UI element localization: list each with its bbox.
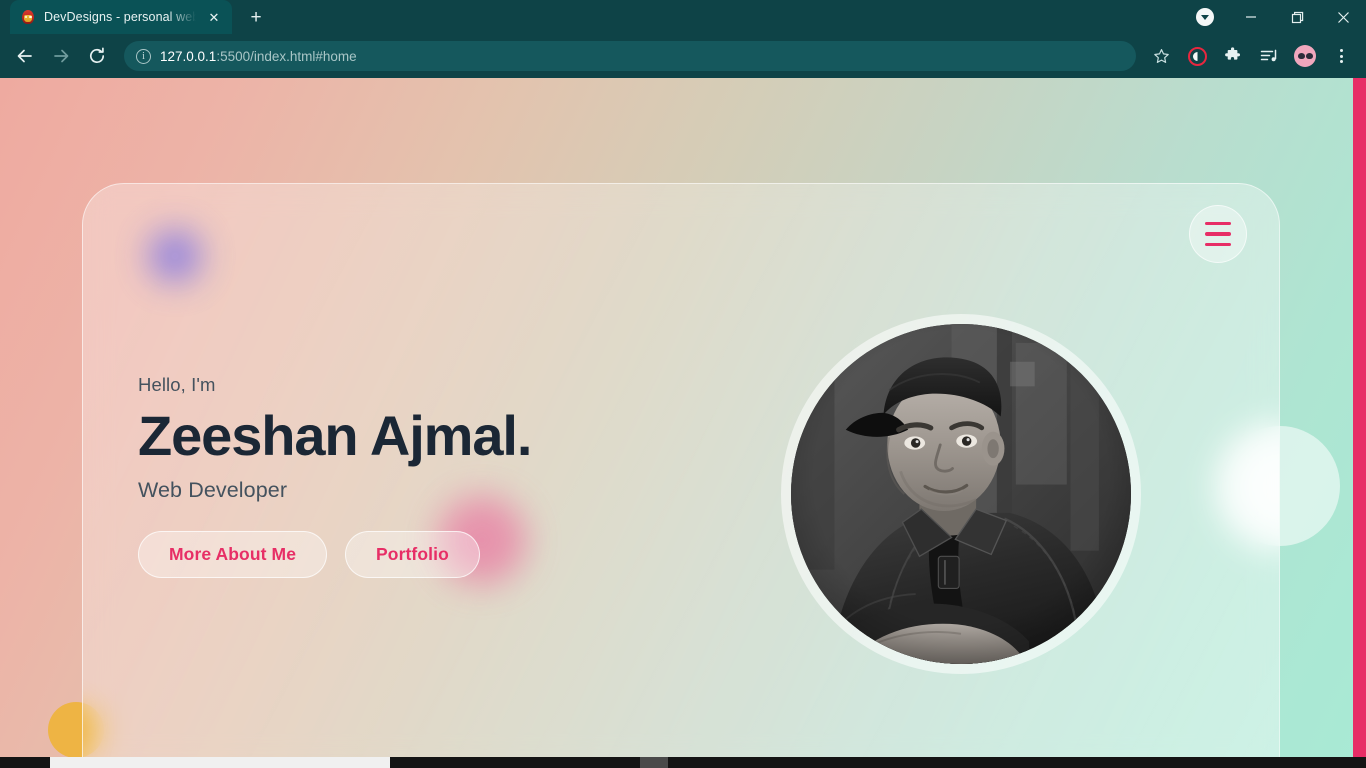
page-viewport: Hello, I'm Zeeshan Ajmal. Web Developer … [0, 78, 1366, 768]
horizontal-scrollbar[interactable] [0, 757, 1366, 768]
hamburger-bar-3 [1205, 242, 1231, 247]
hero-glass-card: Hello, I'm Zeeshan Ajmal. Web Developer … [82, 183, 1280, 768]
hero-cta-row: More About Me Portfolio [138, 530, 758, 579]
hamburger-bar-1 [1205, 221, 1231, 226]
profile-photo-ring [781, 314, 1141, 674]
vertical-scrollbar-thumb[interactable] [1353, 78, 1366, 768]
hamburger-bar-2 [1205, 232, 1231, 236]
profile-avatar-icon[interactable] [1288, 39, 1322, 73]
media-playlist-icon[interactable] [1252, 39, 1286, 73]
horizontal-scrollbar-thumb[interactable] [50, 757, 390, 768]
vertical-scrollbar[interactable] [1353, 78, 1366, 768]
url-path: :5500/index.html#home [216, 48, 357, 64]
url-host: 127.0.0.1 [160, 48, 217, 64]
profile-photo [791, 324, 1131, 664]
tab-close-icon[interactable]: ✕ [204, 7, 224, 27]
extension-red-circle-icon[interactable] [1180, 39, 1214, 73]
maximize-button[interactable] [1274, 0, 1320, 34]
close-window-button[interactable] [1320, 0, 1366, 34]
hero-greeting: Hello, I'm [138, 374, 216, 395]
address-bar[interactable]: i 127.0.0.1:5500/index.html#home [124, 41, 1136, 71]
decor-purple-blob [149, 230, 201, 282]
browser-tab[interactable]: DevDesigns - personal web deve ✕ [10, 0, 232, 34]
browser-toolbar: i 127.0.0.1:5500/index.html#home [0, 34, 1366, 78]
window-controls [1182, 0, 1366, 34]
download-indicator-icon[interactable] [1182, 0, 1228, 34]
hero-text-block: Hello, I'm Zeeshan Ajmal. Web Developer … [138, 374, 758, 579]
hamburger-menu-button[interactable] [1189, 205, 1247, 263]
portfolio-button[interactable]: Portfolio [345, 530, 480, 579]
horizontal-scrollbar-thumb-secondary[interactable] [640, 757, 668, 768]
tab-title: DevDesigns - personal web deve [44, 10, 196, 24]
browser-window: DevDesigns - personal web deve ✕ + [0, 0, 1366, 768]
back-button-icon[interactable] [8, 39, 42, 73]
extensions-puzzle-icon[interactable] [1216, 39, 1250, 73]
hero-role: Web Developer [138, 477, 288, 502]
ironman-favicon [20, 9, 36, 25]
more-about-me-button[interactable]: More About Me [138, 530, 328, 579]
minimize-button[interactable] [1228, 0, 1274, 34]
chrome-menu-kebab-icon[interactable] [1324, 39, 1358, 73]
decor-yellow-blob-inner [83, 703, 87, 759]
site-info-icon[interactable]: i [136, 48, 151, 64]
forward-button-icon[interactable] [44, 39, 78, 73]
decor-white-blob-inner [1221, 427, 1279, 547]
reload-button-icon[interactable] [80, 39, 114, 73]
toolbar-right-icons [1144, 39, 1358, 73]
new-tab-button[interactable]: + [242, 3, 270, 31]
address-bar-url: 127.0.0.1:5500/index.html#home [160, 49, 357, 64]
bookmark-star-icon[interactable] [1144, 39, 1178, 73]
tab-strip: DevDesigns - personal web deve ✕ + [0, 0, 1366, 34]
hero-name: Zeeshan Ajmal. [138, 404, 532, 467]
